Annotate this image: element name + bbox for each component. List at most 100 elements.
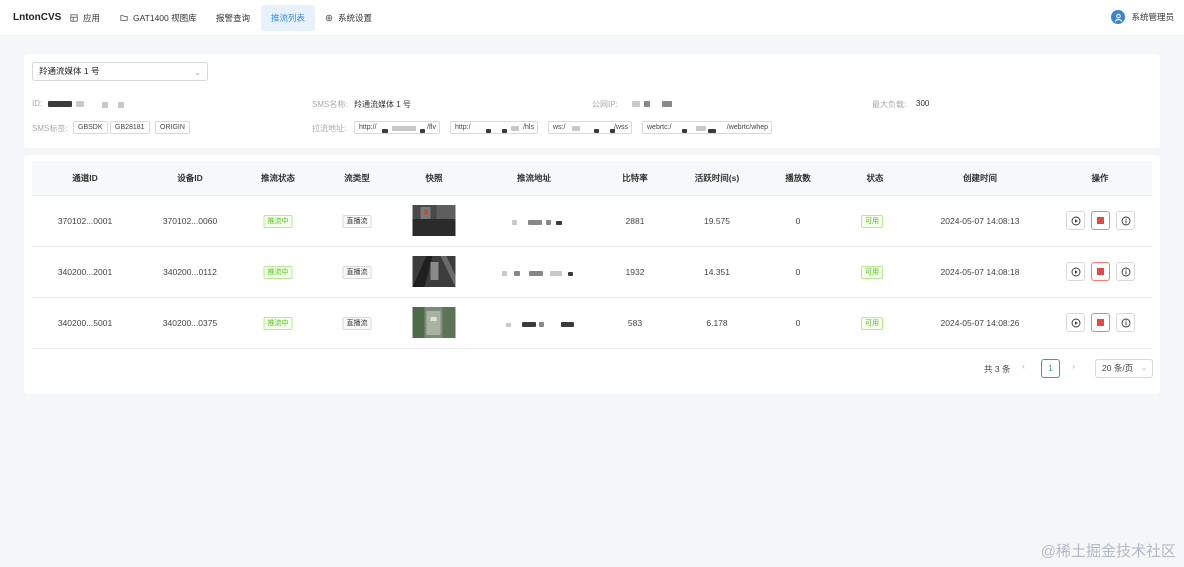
- pull-address-wss[interactable]: ws:/ /wss: [548, 121, 632, 134]
- watermark: @稀土掘金技术社区: [1040, 543, 1176, 560]
- stop-button[interactable]: [1091, 262, 1110, 281]
- created-time-cell: 2024-05-07 14:08:13: [940, 216, 1020, 226]
- play-count-cell: 0: [795, 318, 801, 328]
- col-header-bitrate: 比特率: [622, 173, 648, 183]
- pull-address-hls[interactable]: http:/ /hls: [450, 121, 538, 134]
- info-icon: [1121, 318, 1130, 327]
- redacted-address: [568, 272, 573, 276]
- col-header-push-address: 推流地址: [516, 173, 552, 183]
- brand-logo[interactable]: LntonCVS: [13, 12, 61, 23]
- sms-tags-label: SMS标签:: [32, 124, 68, 133]
- push-stream-table-card: 通道ID 设备ID 推流状态 流类型 快照 推流地址 比特率 活跃时间(s) 播…: [24, 155, 1160, 394]
- col-header-active-time: 活跃时间(s): [694, 173, 740, 183]
- user-avatar-icon: [1111, 10, 1126, 24]
- info-icon: [1121, 267, 1130, 276]
- nav-item-alarm-query[interactable]: 报警查询: [206, 5, 260, 31]
- channel-id-cell: 370102...0001: [57, 216, 113, 226]
- bitrate-cell: 583: [627, 318, 643, 328]
- grid-icon: [70, 14, 78, 22]
- stop-button[interactable]: [1091, 211, 1110, 230]
- table-row: 340200...5001 340200...0375 推流中 直播流 583 …: [32, 298, 1152, 349]
- redacted-id: [48, 101, 72, 107]
- pull-address-webrtc[interactable]: webrtc:/ /webrtc/whep: [642, 121, 772, 134]
- col-header-actions: 操作: [1091, 173, 1109, 183]
- address-suffix: /webrtc/whep: [726, 124, 768, 131]
- snapshot-thumbnail[interactable]: [412, 205, 456, 236]
- col-header-channel-id: 通道ID: [72, 173, 98, 183]
- play-button[interactable]: [1066, 211, 1085, 230]
- active-time-cell: 14.351: [704, 267, 730, 277]
- stop-icon: [1097, 217, 1104, 224]
- redacted-address: [514, 271, 520, 276]
- nav-item-label: GAT1400 视图库: [133, 13, 197, 23]
- bitrate-cell: 2881: [625, 216, 645, 226]
- stream-type-badge: 直播流: [342, 317, 372, 330]
- redacted-address: [610, 129, 615, 133]
- redacted-address: [546, 220, 551, 225]
- push-status-badge: 推流中: [263, 215, 293, 228]
- bitrate-cell: 1932: [625, 267, 645, 277]
- redacted-ip: [662, 101, 672, 107]
- media-server-select[interactable]: 羚通流媒体 1 号 ⌄: [32, 62, 208, 81]
- stop-button[interactable]: [1091, 313, 1110, 332]
- play-count-cell: 0: [795, 267, 801, 277]
- sms-tag: GB28181: [110, 121, 150, 134]
- redacted-address: [382, 129, 388, 133]
- nav-item-push-list[interactable]: 推流列表: [261, 5, 316, 31]
- play-icon: [1071, 318, 1080, 327]
- redacted-id: [118, 102, 124, 108]
- col-header-snapshot: 快照: [425, 173, 443, 183]
- nav-item-apps[interactable]: 应用: [60, 5, 110, 31]
- info-button[interactable]: [1116, 262, 1135, 281]
- play-icon: [1071, 216, 1080, 225]
- user-menu[interactable]: 系统管理员: [1111, 10, 1174, 24]
- col-header-push-status: 推流状态: [260, 173, 296, 183]
- redacted-ip: [644, 101, 650, 107]
- pagination-page-current[interactable]: 1: [1041, 359, 1060, 378]
- info-button[interactable]: [1116, 313, 1135, 332]
- nav-item-gat1400[interactable]: GAT1400 视图库: [110, 5, 207, 31]
- page-size-select[interactable]: 20 条/页 ⌄: [1095, 359, 1153, 378]
- pull-address-label: 拉流地址:: [312, 124, 347, 133]
- address-suffix: /wss: [614, 124, 628, 131]
- device-id-cell: 370102...0060: [162, 216, 218, 226]
- push-status-badge: 推流中: [263, 317, 293, 330]
- chevron-down-icon: ⌄: [1141, 365, 1147, 372]
- row-actions: [1066, 211, 1135, 230]
- redacted-address: [512, 220, 517, 225]
- chevron-left-icon[interactable]: ‹: [1022, 361, 1025, 371]
- status-badge: 可用: [861, 266, 883, 279]
- redacted-address: [506, 323, 511, 327]
- play-button[interactable]: [1066, 262, 1085, 281]
- status-badge: 可用: [861, 215, 883, 228]
- status-badge: 可用: [861, 317, 883, 330]
- folder-icon: [120, 15, 128, 21]
- public-ip-label: 公网IP:: [592, 100, 618, 109]
- address-prefix: ws:/: [553, 124, 566, 131]
- nav-item-label: 应用: [83, 13, 101, 23]
- col-header-created-time: 创建时间: [962, 173, 998, 183]
- device-id-cell: 340200...0375: [162, 318, 218, 328]
- channel-id-cell: 340200...2001: [57, 267, 113, 277]
- snapshot-thumbnail[interactable]: [412, 256, 456, 287]
- chevron-down-icon: ⌄: [194, 68, 201, 77]
- info-button[interactable]: [1116, 211, 1135, 230]
- snapshot-thumbnail[interactable]: [412, 307, 456, 338]
- address-prefix: webrtc:/: [647, 124, 672, 131]
- sms-tag: ORIGIN: [155, 121, 190, 134]
- pagination-total: 共 3 条: [984, 364, 1011, 374]
- play-button[interactable]: [1066, 313, 1085, 332]
- media-server-info-card: 羚通流媒体 1 号 ⌄ ID: SMS名称: 羚通流媒体 1 号 公网IP: 最…: [24, 54, 1160, 148]
- sms-name-label: SMS名称:: [312, 100, 348, 109]
- nav-item-label: 系统设置: [338, 13, 373, 23]
- col-header-stream-type: 流类型: [344, 173, 370, 183]
- redacted-address: [682, 129, 687, 133]
- redacted-address: [696, 126, 706, 131]
- col-header-device-id: 设备ID: [177, 173, 203, 183]
- chevron-right-icon[interactable]: ›: [1072, 361, 1075, 371]
- redacted-address: [522, 322, 536, 327]
- active-time-cell: 19.575: [704, 216, 730, 226]
- nav-item-system-settings[interactable]: 系统设置: [315, 5, 382, 31]
- redacted-address: [502, 129, 507, 133]
- max-load-value: 300: [916, 99, 930, 108]
